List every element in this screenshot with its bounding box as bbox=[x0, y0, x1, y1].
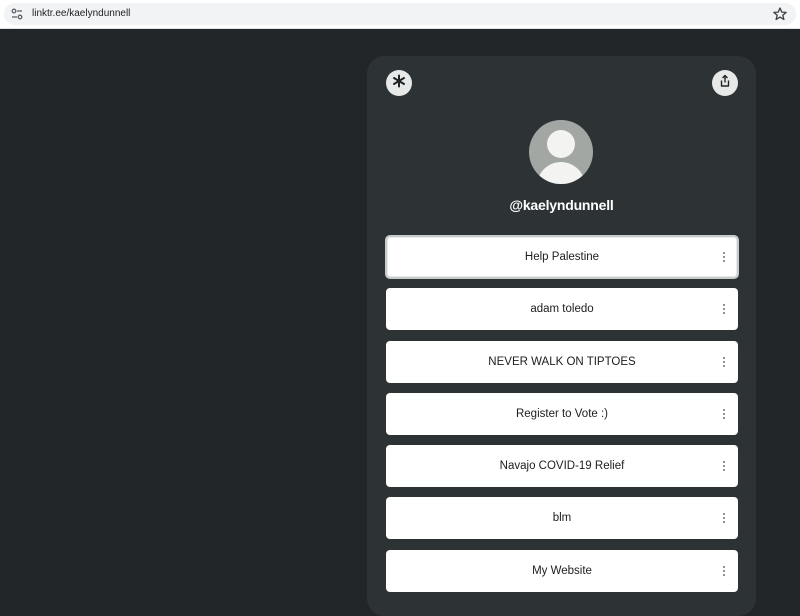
address-bar[interactable]: linktr.ee/kaelyndunnell bbox=[4, 3, 796, 25]
link-label: My Website bbox=[532, 564, 592, 577]
profile-card: @kaelyndunnell Help Palestine adam toled… bbox=[367, 56, 756, 616]
more-options-icon[interactable] bbox=[716, 509, 732, 527]
more-options-icon[interactable] bbox=[716, 562, 732, 580]
share-button[interactable] bbox=[712, 70, 738, 96]
link-label: Help Palestine bbox=[524, 251, 600, 263]
avatar bbox=[529, 120, 593, 184]
link-label: Navajo COVID-19 Relief bbox=[499, 460, 625, 473]
link-button[interactable]: adam toledo bbox=[386, 288, 738, 331]
link-label: adam toledo bbox=[530, 303, 594, 316]
linktree-logo-icon bbox=[392, 74, 406, 93]
avatar-head bbox=[547, 130, 575, 158]
link-list: Help Palestine adam toledo NEVER WALK ON… bbox=[385, 235, 739, 602]
page-background: @kaelyndunnell Help Palestine adam toled… bbox=[0, 29, 800, 616]
link-label: NEVER WALK ON TIPTOES bbox=[488, 355, 636, 368]
more-options-icon[interactable] bbox=[716, 353, 732, 371]
link-button[interactable]: Help Palestine bbox=[385, 235, 739, 279]
avatar-shoulders bbox=[537, 162, 585, 184]
url-text[interactable]: linktr.ee/kaelyndunnell bbox=[32, 7, 130, 21]
link-label: blm bbox=[552, 512, 572, 525]
link-button[interactable]: My Website bbox=[386, 549, 738, 592]
link-button[interactable]: Register to Vote :) bbox=[386, 392, 738, 435]
more-options-icon[interactable] bbox=[716, 248, 732, 266]
more-options-icon[interactable] bbox=[716, 300, 732, 318]
star-outline-icon[interactable] bbox=[772, 6, 788, 22]
more-options-icon[interactable] bbox=[716, 457, 732, 475]
more-options-icon[interactable] bbox=[716, 405, 732, 423]
link-button[interactable]: blm bbox=[386, 497, 738, 540]
link-button[interactable]: Navajo COVID-19 Relief bbox=[386, 445, 738, 488]
tune-icon[interactable] bbox=[10, 7, 24, 21]
link-button[interactable]: NEVER WALK ON TIPTOES bbox=[386, 340, 738, 383]
profile-handle: @kaelyndunnell bbox=[509, 197, 614, 213]
browser-toolbar: linktr.ee/kaelyndunnell bbox=[0, 0, 800, 29]
share-icon bbox=[718, 74, 732, 93]
linktree-logo-button[interactable] bbox=[386, 70, 412, 96]
link-label: Register to Vote :) bbox=[515, 407, 609, 420]
